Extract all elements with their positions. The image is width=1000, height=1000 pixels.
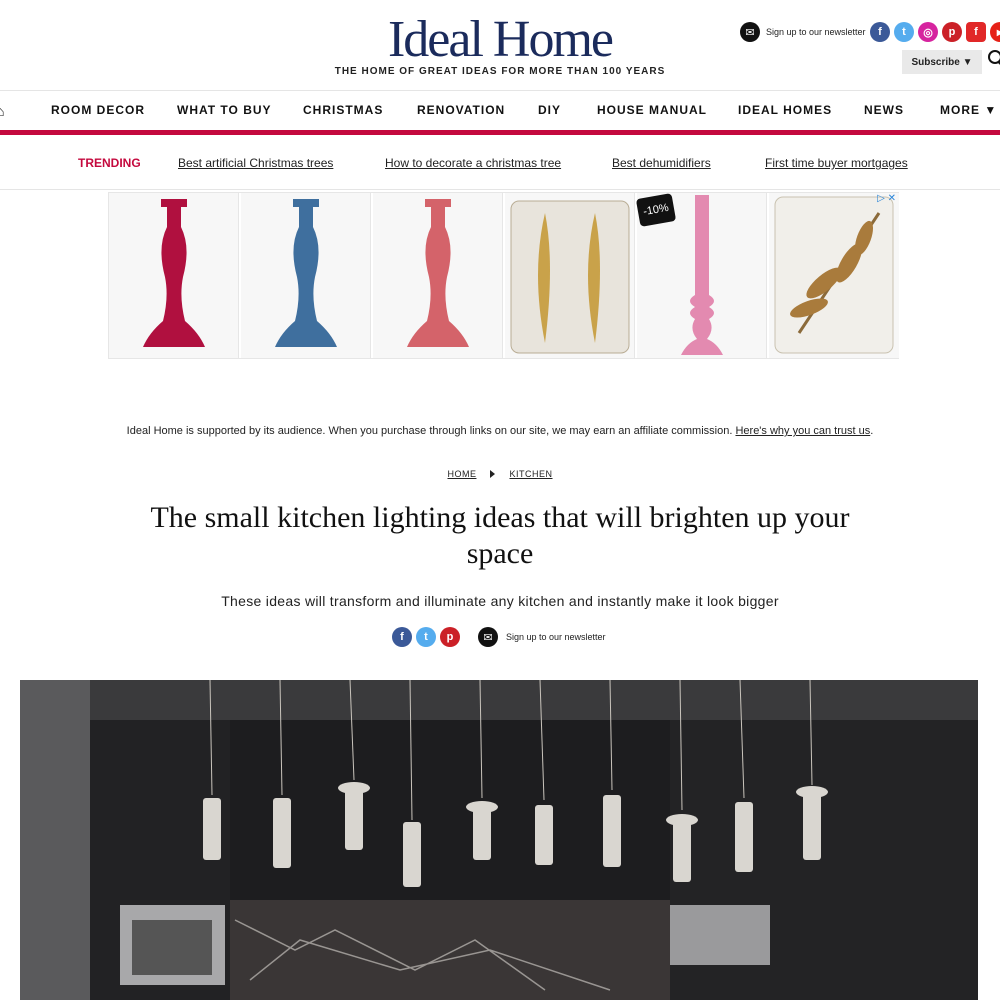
- search-icon[interactable]: [988, 50, 1000, 64]
- trending-link[interactable]: How to decorate a christmas tree: [385, 156, 561, 170]
- youtube-icon[interactable]: ▶: [990, 22, 1000, 42]
- disclaimer-text: Ideal Home is supported by its audience.…: [126, 425, 733, 437]
- nav-accent-bar: [0, 130, 1000, 135]
- facebook-icon[interactable]: f: [392, 627, 412, 647]
- site-header: Ideal Home THE HOME OF GREAT IDEAS FOR M…: [0, 0, 1000, 90]
- nav-item-more[interactable]: MORE ▼: [940, 103, 997, 117]
- site-tagline: THE HOME OF GREAT IDEAS FOR MORE THAN 10…: [334, 66, 666, 77]
- nav-item-news[interactable]: NEWS: [864, 103, 904, 117]
- chevron-right-icon: [490, 470, 496, 478]
- share-buttons: f t p: [392, 627, 460, 647]
- article-subtitle: These ideas will transform and illuminat…: [221, 593, 779, 609]
- leaf-vase-image: [774, 196, 894, 354]
- newsletter-label: Sign up to our newsletter: [766, 27, 866, 37]
- twitter-icon[interactable]: t: [416, 627, 436, 647]
- nav-item-room-decor[interactable]: ROOM DECOR: [51, 103, 145, 117]
- nav-item-ideal-homes[interactable]: IDEAL HOMES: [738, 103, 832, 117]
- facebook-icon[interactable]: f: [870, 22, 890, 42]
- nav-item-diy[interactable]: DIY: [538, 103, 561, 117]
- breadcrumb: HOME KITCHEN: [0, 469, 1000, 479]
- ad-product-tile[interactable]: [373, 193, 503, 358]
- candlestick-image: [275, 199, 337, 347]
- breadcrumb-kitchen[interactable]: KITCHEN: [509, 469, 552, 479]
- pinterest-icon[interactable]: p: [440, 627, 460, 647]
- breadcrumb-home[interactable]: HOME: [447, 469, 476, 479]
- subscribe-button[interactable]: Subscribe ▼: [902, 50, 982, 74]
- candlestick-image: [407, 199, 469, 347]
- candlestick-image: [143, 199, 205, 347]
- disclaimer-end: .: [870, 425, 874, 437]
- pinterest-icon[interactable]: p: [942, 22, 962, 42]
- nav-item-christmas[interactable]: CHRISTMAS: [303, 103, 383, 117]
- ad-product-tile[interactable]: [109, 193, 239, 358]
- instagram-icon[interactable]: ◎: [918, 22, 938, 42]
- flipboard-icon[interactable]: f: [966, 22, 986, 42]
- glass-vase-image: [510, 200, 630, 354]
- ad-banner[interactable]: ▷ ✕: [108, 192, 899, 359]
- newsletter-signup-link[interactable]: ✉ Sign up to our newsletter: [478, 627, 606, 647]
- nav-item-what-to-buy[interactable]: WHAT TO BUY: [177, 103, 272, 117]
- newsletter-label: Sign up to our newsletter: [506, 632, 606, 642]
- page-title: The small kitchen lighting ideas that wi…: [150, 501, 850, 570]
- trust-link[interactable]: Here's why you can trust us: [735, 425, 870, 437]
- twitter-icon[interactable]: t: [894, 22, 914, 42]
- nav-item-renovation[interactable]: RENOVATION: [417, 103, 505, 117]
- affiliate-disclaimer: Ideal Home is supported by its audience.…: [0, 425, 1000, 437]
- kitchen-pendant-lights-photo: [20, 680, 978, 1000]
- mail-icon: ✉: [740, 22, 760, 42]
- trending-link[interactable]: Best artificial Christmas trees: [178, 156, 333, 170]
- newsletter-signup-link[interactable]: ✉ Sign up to our newsletter: [740, 22, 866, 42]
- social-links: f t ◎ p f ▶: [870, 22, 1000, 42]
- hero-image: [20, 680, 978, 1000]
- ad-choices-close[interactable]: ▷ ✕: [877, 193, 896, 204]
- mail-icon: ✉: [478, 627, 498, 647]
- main-nav: ⌂ ROOM DECOR WHAT TO BUY CHRISTMAS RENOV…: [0, 90, 1000, 132]
- ad-product-tile[interactable]: [241, 193, 371, 358]
- ad-product-tile[interactable]: [505, 193, 635, 358]
- nav-item-house-manual[interactable]: HOUSE MANUAL: [597, 103, 707, 117]
- home-icon[interactable]: ⌂: [0, 103, 8, 119]
- trending-bar: TRENDING Best artificial Christmas trees…: [0, 140, 1000, 190]
- ad-product-tile[interactable]: [769, 193, 899, 358]
- trending-link[interactable]: Best dehumidifiers: [612, 156, 711, 170]
- trending-label: TRENDING: [78, 156, 141, 170]
- trending-link[interactable]: First time buyer mortgages: [765, 156, 908, 170]
